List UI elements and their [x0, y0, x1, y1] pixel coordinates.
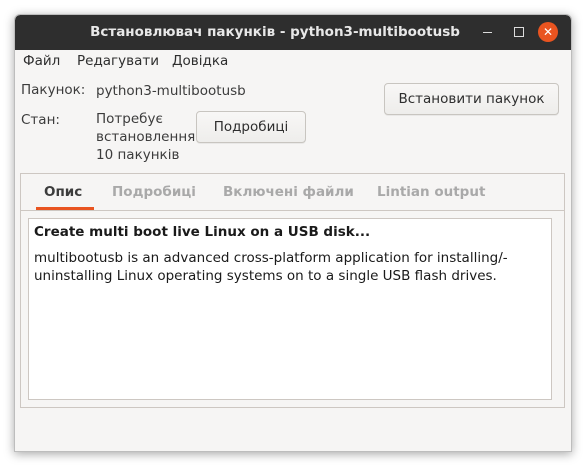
tab-details[interactable]: Подробиці — [112, 174, 196, 210]
menu-file[interactable]: Файл — [21, 53, 62, 69]
minimize-icon — [482, 32, 492, 33]
install-package-button[interactable]: Встановити пакунок — [384, 83, 559, 115]
status-line-3: 10 пакунків — [96, 147, 180, 163]
description-heading: Create multi boot live Linux on a USB di… — [34, 224, 371, 240]
minimize-button[interactable] — [477, 22, 497, 42]
menu-bar: Файл Редагувати Довідка — [15, 50, 571, 74]
description-line-1: multibootusb is an advanced cross-platfo… — [34, 250, 508, 266]
package-name: python3-multibootusb — [96, 83, 246, 99]
maximize-icon — [514, 27, 524, 37]
tab-description[interactable]: Опис — [44, 174, 82, 210]
status-line-1: Потребує — [96, 111, 163, 127]
menu-help[interactable]: Довідка — [170, 53, 230, 69]
description-text-view[interactable]: Create multi boot live Linux on a USB di… — [28, 218, 552, 400]
package-label: Пакунок: — [21, 82, 86, 98]
tab-lintian-output[interactable]: Lintian output — [377, 174, 485, 210]
close-button[interactable]: ✕ — [538, 22, 558, 42]
close-icon: ✕ — [542, 25, 554, 39]
tab-included-files[interactable]: Включені файли — [223, 174, 354, 210]
menu-edit[interactable]: Редагувати — [75, 53, 161, 69]
window-title: Встановлювач пакунків - python3-multiboo… — [90, 24, 460, 40]
active-tab-indicator — [36, 207, 94, 210]
tab-notebook: Опис Подробиці Включені файли Lintian ou… — [20, 173, 565, 408]
description-body: multibootusb is an advanced cross-platfo… — [34, 249, 539, 285]
details-button[interactable]: Подробиці — [196, 111, 306, 143]
status-line-2: встановлення — [96, 129, 196, 145]
status-value: Потребує встановлення 10 пакунків — [96, 110, 195, 164]
maximize-button[interactable] — [509, 22, 529, 42]
title-bar[interactable]: Встановлювач пакунків - python3-multiboo… — [15, 15, 571, 50]
status-label: Стан: — [21, 112, 60, 128]
installer-window: Встановлювач пакунків - python3-multiboo… — [14, 14, 572, 452]
tab-strip: Опис Подробиці Включені файли Lintian ou… — [21, 174, 564, 211]
description-line-2: uninstalling Linux operating systems on … — [34, 268, 497, 284]
